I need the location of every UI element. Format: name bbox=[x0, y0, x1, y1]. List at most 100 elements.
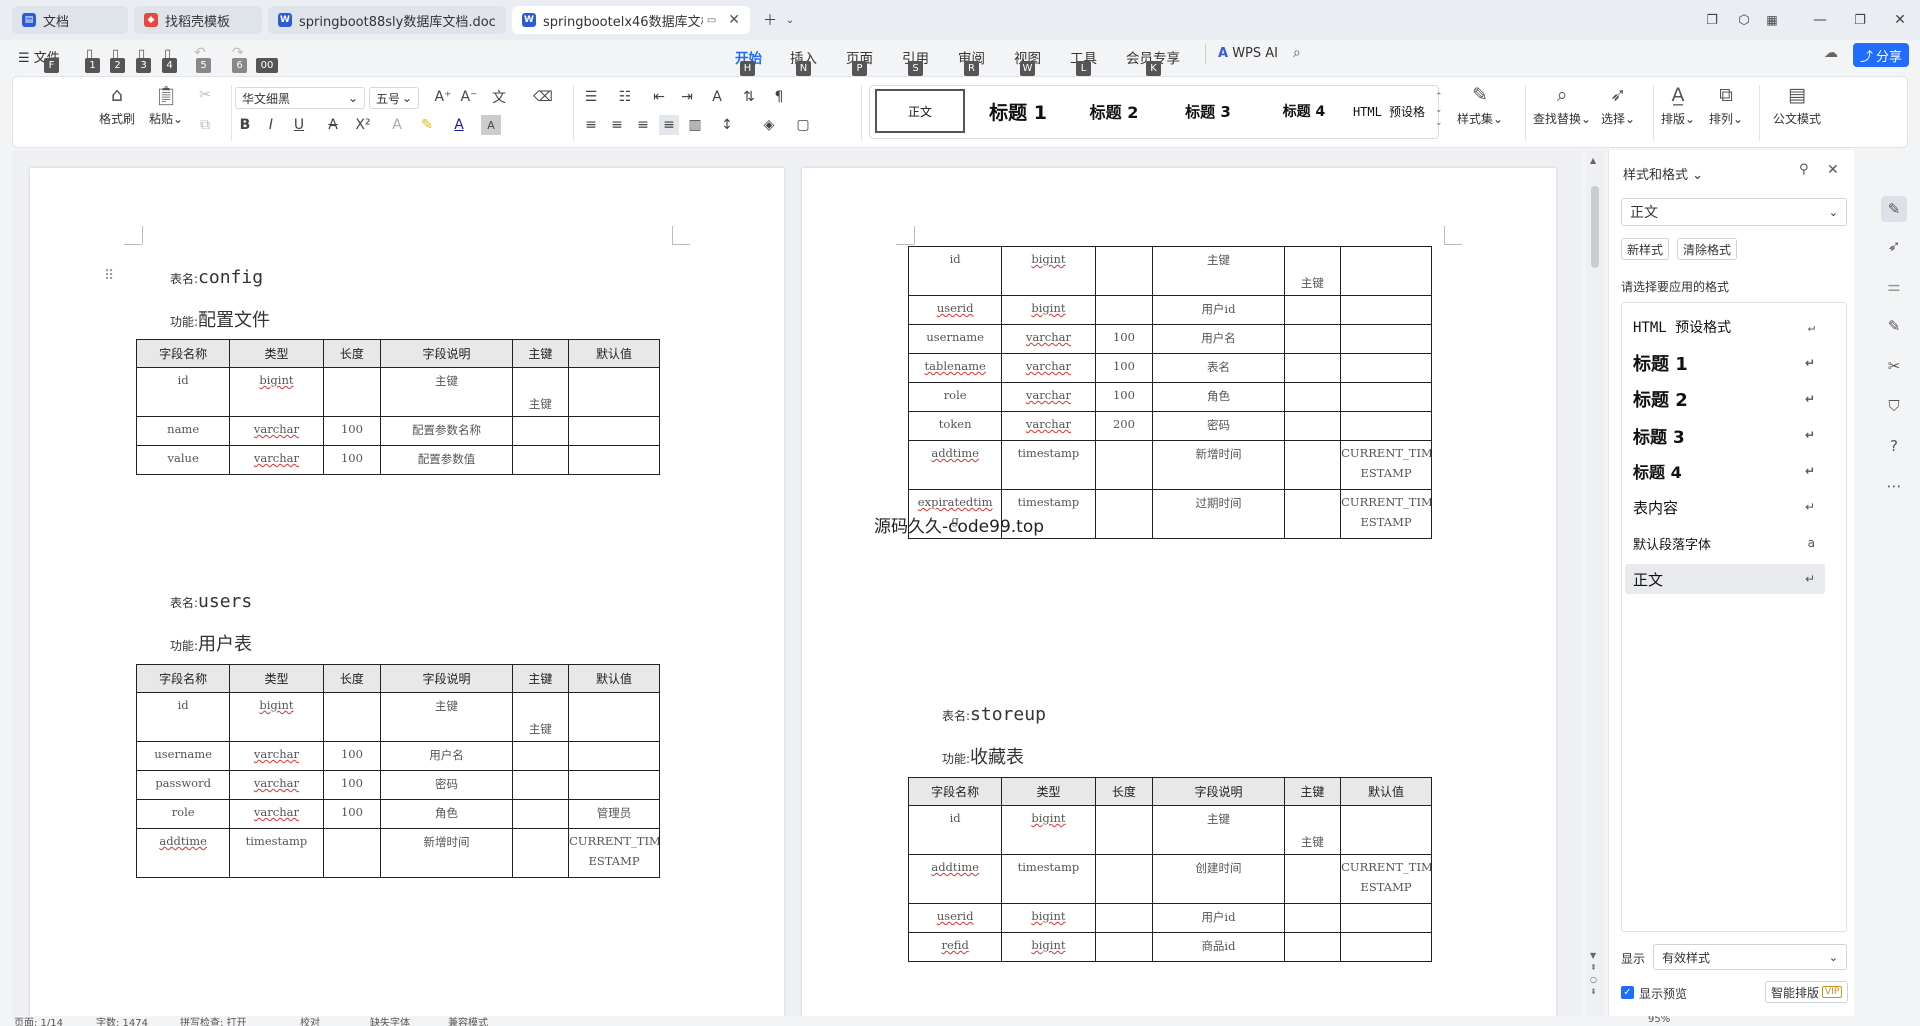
tools-icon[interactable]: ✂ bbox=[1884, 356, 1904, 376]
underline-icon[interactable]: U bbox=[289, 115, 309, 135]
more-icon[interactable]: ⋯ bbox=[1884, 476, 1904, 496]
style-list-item[interactable]: 标题 4 ↵ bbox=[1625, 456, 1825, 486]
gallery-scroll-icon[interactable]: ⌃ ⌄ ⌄ bbox=[1435, 91, 1443, 130]
font-name-select[interactable]: 华文细黑 ⌄ bbox=[235, 87, 365, 109]
page-nav-icon[interactable]: ▼ ⇞ ○ ⇟ bbox=[1590, 950, 1597, 998]
paste-button[interactable]: 📋︎ 粘贴⌄ bbox=[149, 83, 183, 127]
vertical-scrollbar[interactable]: ▲ ▼ ⇞ ○ ⇟ bbox=[1586, 150, 1604, 1016]
style-list-item[interactable]: 标题 3 ↵ bbox=[1625, 420, 1825, 450]
help-icon[interactable]: ? bbox=[1884, 436, 1904, 456]
italic-icon[interactable]: I bbox=[261, 115, 281, 135]
distribute-icon[interactable]: ▥ bbox=[685, 115, 705, 135]
scroll-thumb[interactable] bbox=[1591, 186, 1599, 268]
layout-button[interactable]: A̲ 排版⌄ bbox=[1661, 83, 1695, 127]
justify-icon[interactable]: ≡ bbox=[659, 115, 679, 135]
tab-docs[interactable]: ▤ 文档 bbox=[12, 6, 128, 34]
sort-icon[interactable]: ⇅ bbox=[739, 87, 759, 107]
font-size-select[interactable]: 五号 ⌄ bbox=[369, 87, 419, 109]
page-left[interactable]: ⠿ 表名:config 功能:配置文件 字段名称 类型 长度 字段说明 主键 默认值 id b… bbox=[30, 168, 784, 1016]
arrange-button[interactable]: ⧉ 排列⌄ bbox=[1709, 83, 1743, 127]
style-heading-4[interactable]: 标题 4 bbox=[1259, 89, 1349, 133]
edit-doc-icon[interactable]: ✎ bbox=[1884, 316, 1904, 336]
style-heading-1[interactable]: 标题 1 bbox=[973, 89, 1063, 133]
avatar[interactable]: ▦ bbox=[1762, 10, 1782, 30]
tab-doc-88sly[interactable]: W springboot88sly数据库文档.doc bbox=[268, 6, 506, 34]
copy-icon[interactable]: ⧉ bbox=[195, 115, 215, 135]
find-replace-button[interactable]: ⌕ 查找替换⌄ bbox=[1533, 83, 1591, 127]
smart-layout-button[interactable]: 智能排版 VIP bbox=[1765, 981, 1849, 1003]
sliders-icon[interactable]: ⚌ bbox=[1884, 276, 1904, 296]
show-marks-icon[interactable]: ¶ bbox=[769, 87, 789, 107]
official-mode-button[interactable]: ▤ 公文模式 bbox=[1773, 83, 1821, 127]
style-list-item[interactable]: 标题 1 ↵ bbox=[1625, 348, 1825, 378]
select-button[interactable]: ➶ 选择⌄ bbox=[1601, 83, 1635, 127]
text-effect-icon[interactable]: A bbox=[387, 115, 407, 135]
wps-ai-button[interactable]: A WPS AI bbox=[1218, 46, 1278, 61]
share-button[interactable]: ⤴ 分享 bbox=[1853, 43, 1909, 67]
font-color-icon[interactable]: A bbox=[449, 115, 469, 135]
page-right[interactable]: id bigint 主键 主键 userid bigint 用户id username varc… bbox=[802, 168, 1556, 1016]
border-icon[interactable]: ▢ bbox=[793, 115, 813, 135]
align-left-icon[interactable]: ≡ bbox=[581, 115, 601, 135]
tab-templates[interactable]: ◆ 找稻壳模板 bbox=[134, 6, 262, 34]
style-html-preset[interactable]: HTML 预设格 bbox=[1345, 89, 1433, 133]
highlight-icon[interactable]: ✎ bbox=[417, 115, 437, 135]
clear-format-button[interactable]: 清除格式 bbox=[1677, 238, 1738, 260]
new-tab-icon[interactable]: ＋ bbox=[760, 10, 780, 30]
status-proof[interactable]: 校对 bbox=[300, 1016, 320, 1026]
select-cursor-icon[interactable]: ➶ bbox=[1884, 236, 1904, 256]
char-shading-icon[interactable]: A bbox=[481, 115, 501, 135]
text-direction-icon[interactable]: A bbox=[707, 87, 727, 107]
new-style-button[interactable]: 新样式 bbox=[1621, 238, 1670, 260]
close-panel-icon[interactable]: ✕ bbox=[1827, 162, 1839, 178]
superscript-icon[interactable]: X² bbox=[353, 115, 373, 135]
shirt-icon[interactable]: ⛉ bbox=[1884, 396, 1904, 416]
align-right-icon[interactable]: ≡ bbox=[633, 115, 653, 135]
style-heading-3[interactable]: 标题 3 bbox=[1163, 89, 1253, 133]
close-window-icon[interactable]: ✕ bbox=[1890, 10, 1910, 30]
minimize-icon[interactable]: — bbox=[1810, 10, 1830, 30]
style-list-item[interactable]: HTML 预设格式 ↵ bbox=[1625, 312, 1825, 342]
restore-icon[interactable]: ❐ bbox=[1850, 10, 1870, 30]
strikethrough-icon[interactable]: A bbox=[323, 115, 343, 135]
eraser-icon[interactable]: ⌫ bbox=[533, 87, 553, 107]
status-words[interactable]: 字数: 1474 bbox=[96, 1016, 148, 1026]
grow-font-icon[interactable]: A⁺ bbox=[433, 87, 453, 107]
increase-indent-icon[interactable]: ⇥ bbox=[677, 87, 697, 107]
shrink-font-icon[interactable]: A⁻ bbox=[459, 87, 479, 107]
cut-icon[interactable]: ✂ bbox=[195, 85, 215, 105]
zoom-level[interactable]: 95% bbox=[1648, 1016, 1670, 1025]
status-page[interactable]: 页面: 1/14 bbox=[14, 1016, 63, 1026]
style-pen-icon[interactable]: ✎ bbox=[1881, 196, 1907, 222]
style-heading-2[interactable]: 标题 2 bbox=[1069, 89, 1159, 133]
current-style-select[interactable]: 正文 ⌄ bbox=[1621, 198, 1847, 226]
preview-checkbox[interactable]: ✓ bbox=[1621, 986, 1634, 999]
numbered-list-icon[interactable]: ☷ bbox=[615, 87, 635, 107]
panel-title[interactable]: 样式和格式 ⌄ bbox=[1623, 164, 1703, 183]
tab-doc-elx46[interactable]: W springbootelx46数据库文档 ▭ ✕ bbox=[512, 6, 750, 34]
style-list-item[interactable]: 标题 2 ↵ bbox=[1625, 384, 1825, 414]
shading-icon[interactable]: ◈ bbox=[759, 115, 779, 135]
phonetic-icon[interactable]: 文 bbox=[489, 87, 509, 107]
cloud-upload-icon[interactable]: ☁ bbox=[1824, 45, 1838, 61]
decrease-indent-icon[interactable]: ⇤ bbox=[649, 87, 669, 107]
close-tab-icon[interactable]: ✕ bbox=[728, 12, 740, 28]
document-area[interactable]: ⠿ 表名:config 功能:配置文件 字段名称 类型 长度 字段说明 主键 默认值 id b… bbox=[12, 150, 1582, 1016]
style-normal[interactable]: 正文 bbox=[875, 89, 965, 133]
align-center-icon[interactable]: ≡ bbox=[607, 115, 627, 135]
chevron-down-icon[interactable]: ⌄ bbox=[780, 10, 800, 30]
style-set-button[interactable]: ✎ 样式集⌄ bbox=[1457, 83, 1503, 127]
status-missing-font[interactable]: 缺失字体 bbox=[370, 1016, 410, 1026]
style-list-item[interactable]: 默认段落字体 a bbox=[1625, 528, 1825, 558]
cube-icon[interactable]: ⬡ bbox=[1734, 10, 1754, 30]
format-painter-button[interactable]: ⌂ 格式刷 bbox=[99, 83, 135, 127]
scroll-up-icon[interactable]: ▲ bbox=[1590, 156, 1596, 165]
style-list-item[interactable]: 表内容 ↵ bbox=[1625, 492, 1825, 522]
show-filter-select[interactable]: 有效样式 ⌄ bbox=[1653, 944, 1847, 970]
drag-handle-icon[interactable]: ⠿ bbox=[104, 268, 114, 284]
style-list-item-selected[interactable]: 正文 ↵ bbox=[1625, 564, 1825, 594]
search-icon[interactable]: ⌕ bbox=[1293, 45, 1301, 61]
pin-icon[interactable]: ⚲ bbox=[1799, 162, 1809, 177]
bullet-list-icon[interactable]: ☰ bbox=[581, 87, 601, 107]
window-mode-icon[interactable]: ❐ bbox=[1702, 10, 1722, 30]
